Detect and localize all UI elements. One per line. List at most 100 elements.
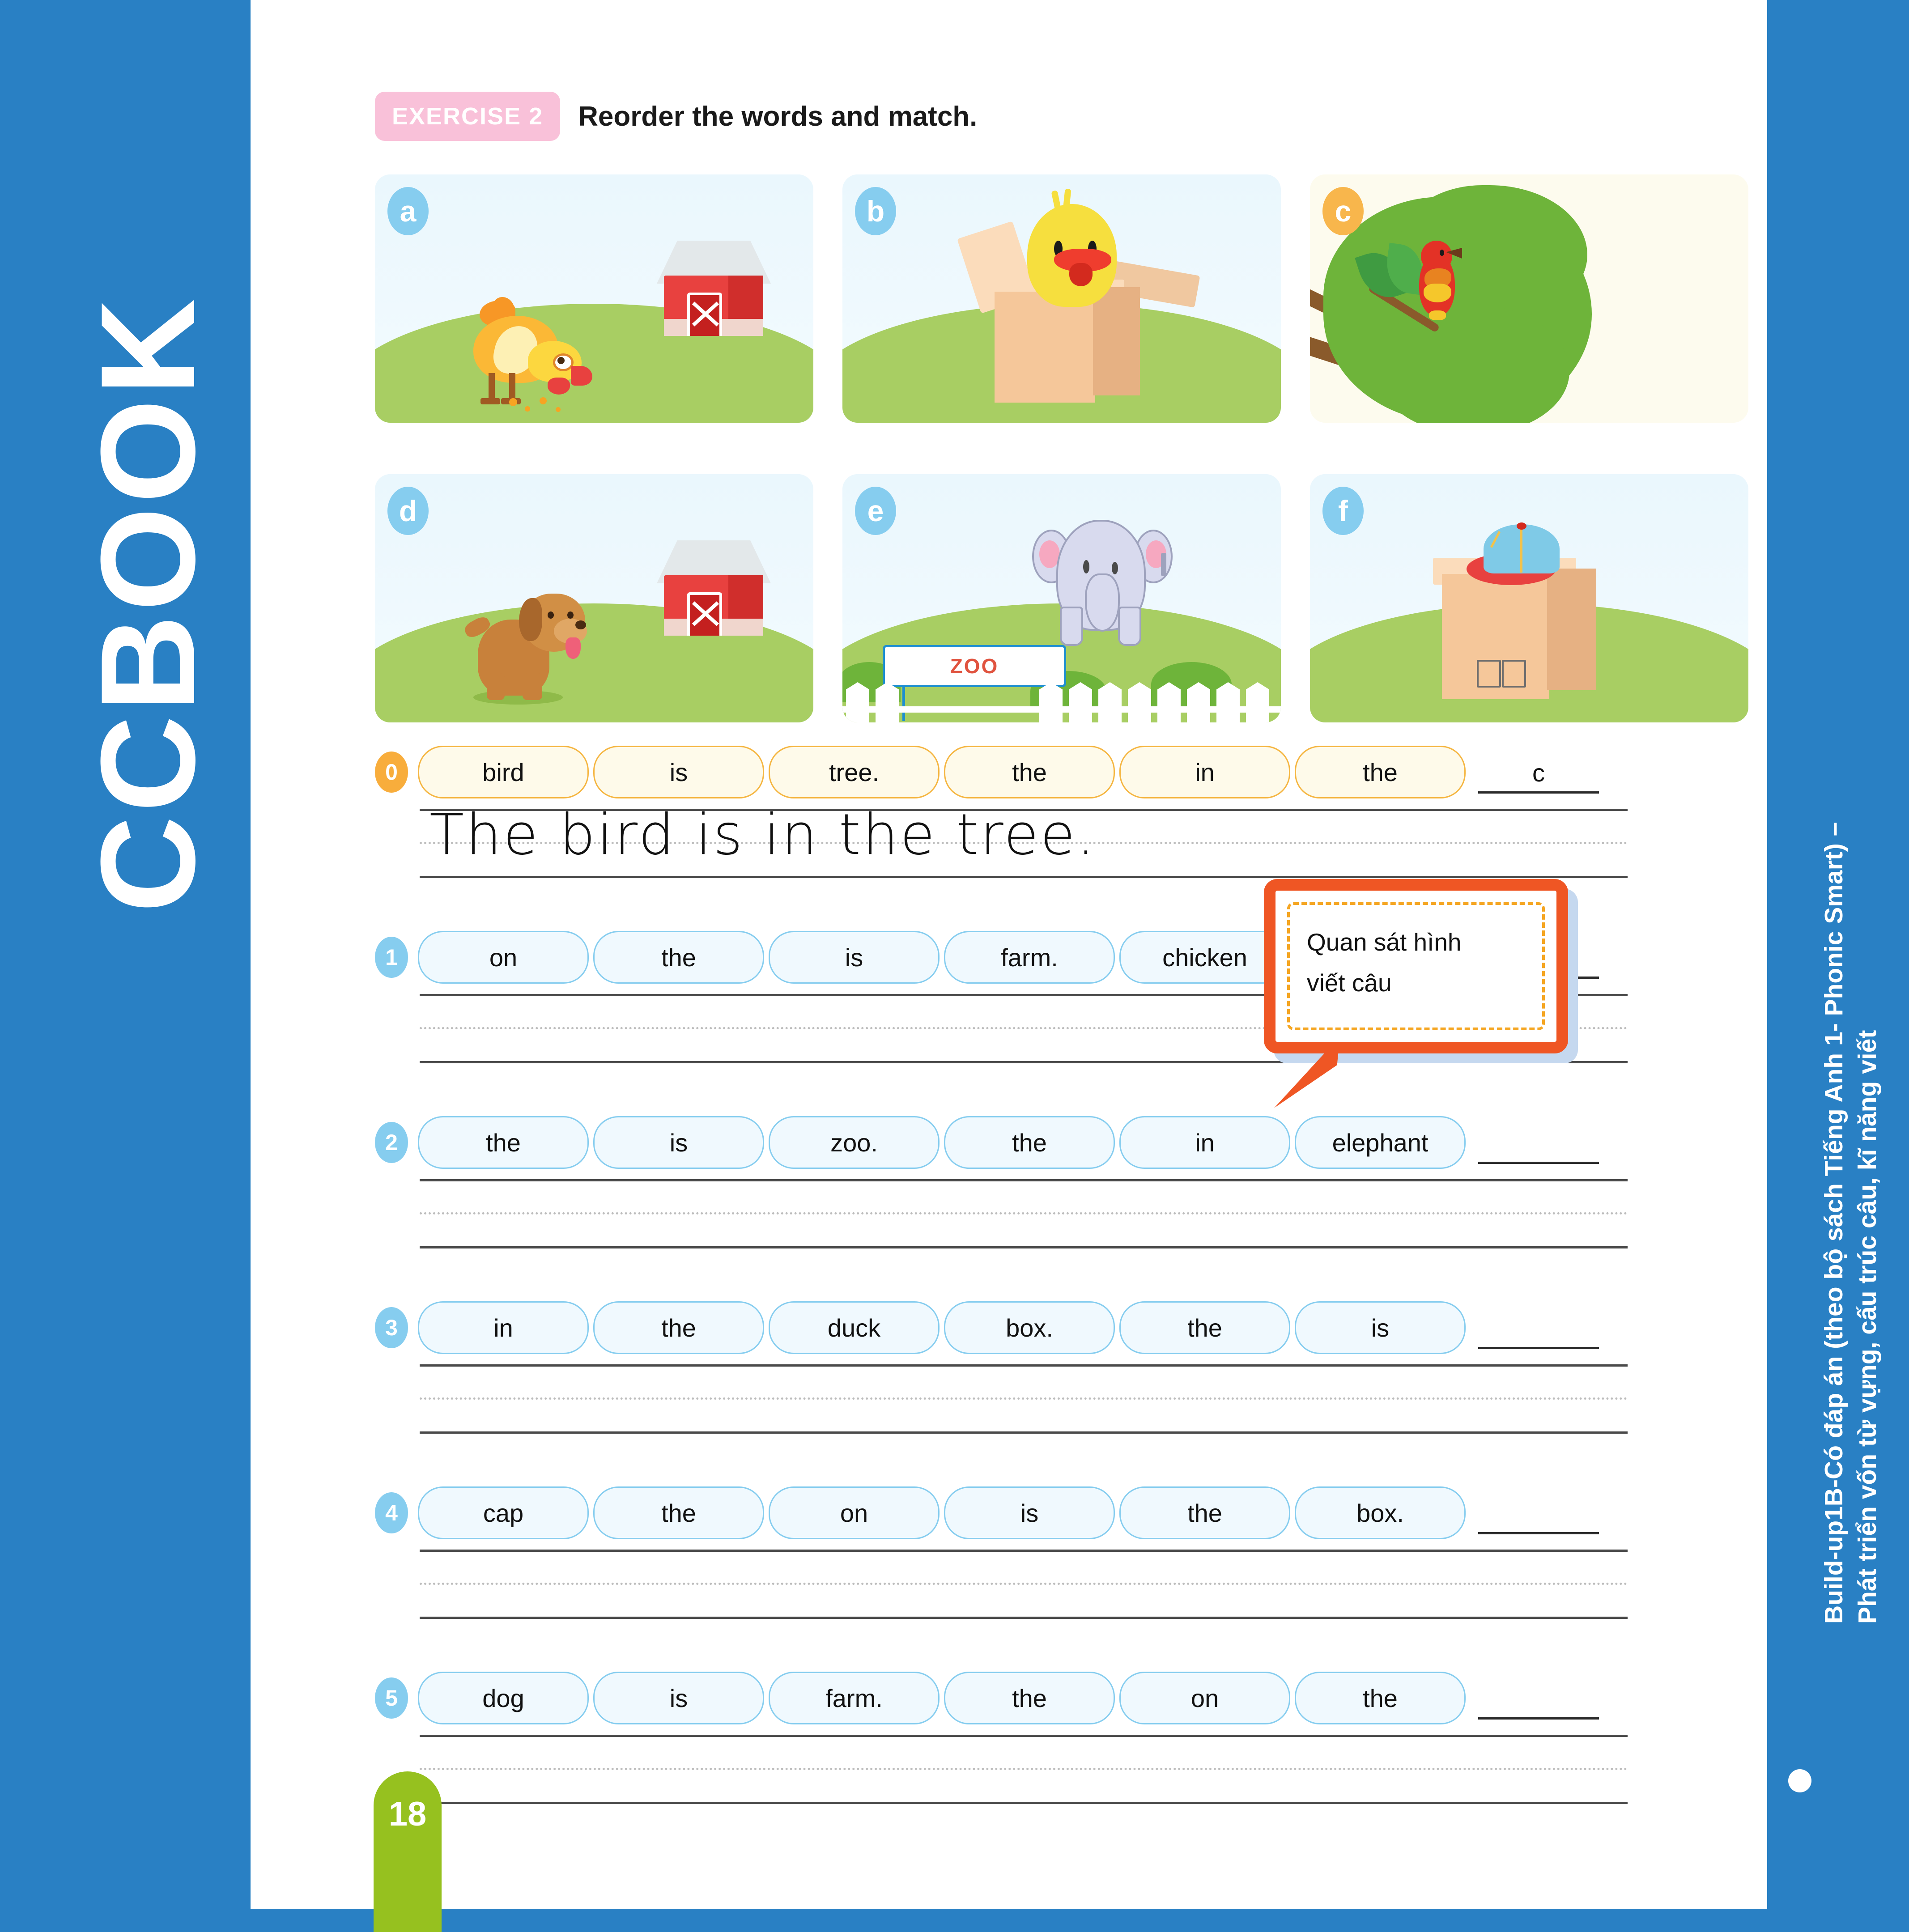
guide-bottom-line (420, 1431, 1628, 1434)
word-pill[interactable]: dog (418, 1672, 589, 1724)
question-number: 1 (375, 937, 408, 978)
question-row-0: 0 bird is tree. the in the c The bird is… (375, 743, 1672, 898)
footer-note: Build-up1B-Có đáp án (theo bộ sách Tiếng… (1819, 822, 1882, 1624)
guide-mid-line (420, 1212, 1628, 1214)
guide-mid-line (420, 1397, 1628, 1400)
picture-card-c[interactable]: c (1310, 174, 1748, 423)
bird-illustration (1417, 237, 1467, 327)
picture-badge-a: a (387, 187, 429, 235)
word-pill[interactable]: on (1119, 1672, 1290, 1724)
guide-bottom-line (420, 1617, 1628, 1619)
picture-card-e[interactable]: e ZOO (842, 474, 1281, 722)
guide-top-line (420, 1364, 1628, 1367)
word-pill[interactable]: the (1295, 746, 1466, 798)
picture-card-f[interactable]: f (1310, 474, 1748, 722)
writing-guide-3[interactable] (420, 1364, 1628, 1454)
word-pill[interactable]: box. (944, 1301, 1115, 1354)
word-pill[interactable]: the (944, 1672, 1115, 1724)
answer-rule (1478, 1717, 1599, 1720)
word-pill[interactable]: the (593, 1301, 764, 1354)
picture-badge-d: d (387, 487, 429, 535)
word-pill[interactable]: the (1119, 1486, 1290, 1539)
question-number: 4 (375, 1492, 408, 1533)
word-pill[interactable]: zoo. (769, 1116, 940, 1169)
word-pill[interactable]: is (593, 746, 764, 798)
picture-grid: a b c d e ZOO f (375, 174, 1748, 747)
match-answer-blank[interactable]: c (1478, 747, 1599, 797)
word-pill[interactable]: cap (418, 1486, 589, 1539)
picture-badge-f: f (1322, 487, 1364, 535)
page-number-tab: 18 (374, 1771, 442, 1932)
word-pill[interactable]: in (1119, 1116, 1290, 1169)
cap-illustration (1467, 522, 1578, 590)
question-number: 5 (375, 1677, 408, 1719)
elephant-illustration (1032, 519, 1182, 646)
picture-card-b[interactable]: b (842, 174, 1281, 423)
word-pill[interactable]: the (1119, 1301, 1290, 1354)
word-pill[interactable]: farm. (769, 1672, 940, 1724)
word-pill[interactable]: on (418, 931, 589, 984)
exercise-instruction: Reorder the words and match. (578, 101, 978, 132)
duck-illustration (1001, 188, 1135, 327)
word-pill[interactable]: the (418, 1116, 589, 1169)
match-answer-blank[interactable] (1478, 1117, 1599, 1168)
word-pill[interactable]: the (593, 1486, 764, 1539)
question-number: 2 (375, 1122, 408, 1163)
worksheet-page: EXERCISE 2 Reorder the words and match. … (251, 0, 1767, 1932)
fence (842, 682, 1281, 722)
word-pill[interactable]: elephant (1295, 1116, 1466, 1169)
question-row-5: 5 dog is farm. the on the (375, 1669, 1672, 1824)
word-pill[interactable]: in (418, 1301, 589, 1354)
word-pill[interactable]: in (1119, 746, 1290, 798)
word-pill[interactable]: is (944, 1486, 1115, 1539)
guide-bottom-line (420, 1246, 1628, 1248)
word-pill[interactable]: the (944, 1116, 1115, 1169)
word-pill[interactable]: farm. (944, 931, 1115, 984)
picture-badge-e: e (855, 487, 896, 535)
answer-rule (1478, 1532, 1599, 1534)
guide-top-line (420, 1179, 1628, 1181)
word-pill[interactable]: the (1295, 1672, 1466, 1724)
word-pill[interactable]: is (593, 1672, 764, 1724)
guide-top-line (420, 1735, 1628, 1737)
guide-bottom-line (420, 1802, 1628, 1804)
page-number: 18 (388, 1795, 427, 1833)
writing-guide-5[interactable] (420, 1735, 1628, 1824)
word-pill[interactable]: tree. (769, 746, 940, 798)
guide-top-line (420, 1550, 1628, 1552)
match-answer-blank[interactable] (1478, 1673, 1599, 1723)
writing-guide-2[interactable] (420, 1179, 1628, 1269)
tip-text: Quan sát hình viết câu (1307, 928, 1462, 997)
question-row-4: 4 cap the on is the box. (375, 1483, 1672, 1639)
word-pill[interactable]: is (1295, 1301, 1466, 1354)
answer-rule (1478, 1162, 1599, 1164)
word-pill[interactable]: duck (769, 1301, 940, 1354)
word-pill[interactable]: the (593, 931, 764, 984)
brand-logo: CCBOOK (72, 295, 223, 913)
tip-speech-bubble: Quan sát hình viết câu (1264, 879, 1578, 1108)
word-pill[interactable]: bird (418, 746, 589, 798)
barn-illustration (657, 241, 771, 348)
writing-guide-4[interactable] (420, 1550, 1628, 1639)
left-spine: CCBOOK (0, 0, 251, 1909)
match-answer-blank[interactable] (1478, 1488, 1599, 1538)
barn-illustration (657, 540, 771, 648)
picture-card-a[interactable]: a (375, 174, 813, 423)
answer-rule (1478, 1347, 1599, 1349)
exercise-badge: EXERCISE 2 (375, 92, 561, 141)
word-pill[interactable]: is (769, 931, 940, 984)
match-answer-text: c (1532, 759, 1545, 787)
question-number: 0 (375, 752, 408, 793)
word-pill[interactable]: on (769, 1486, 940, 1539)
word-pill[interactable]: the (944, 746, 1115, 798)
match-answer-blank[interactable] (1478, 1303, 1599, 1353)
picture-badge-c: c (1322, 187, 1364, 235)
written-sentence: The bird is in the tree. (429, 802, 1097, 867)
word-pill[interactable]: box. (1295, 1486, 1466, 1539)
exercise-header: EXERCISE 2 Reorder the words and match. (375, 92, 977, 141)
bubble-body: Quan sát hình viết câu (1264, 879, 1568, 1053)
zoo-sign-text: ZOO (883, 645, 1066, 687)
word-pill[interactable]: is (593, 1116, 764, 1169)
guide-bottom-line (420, 876, 1628, 878)
picture-card-d[interactable]: d (375, 474, 813, 722)
